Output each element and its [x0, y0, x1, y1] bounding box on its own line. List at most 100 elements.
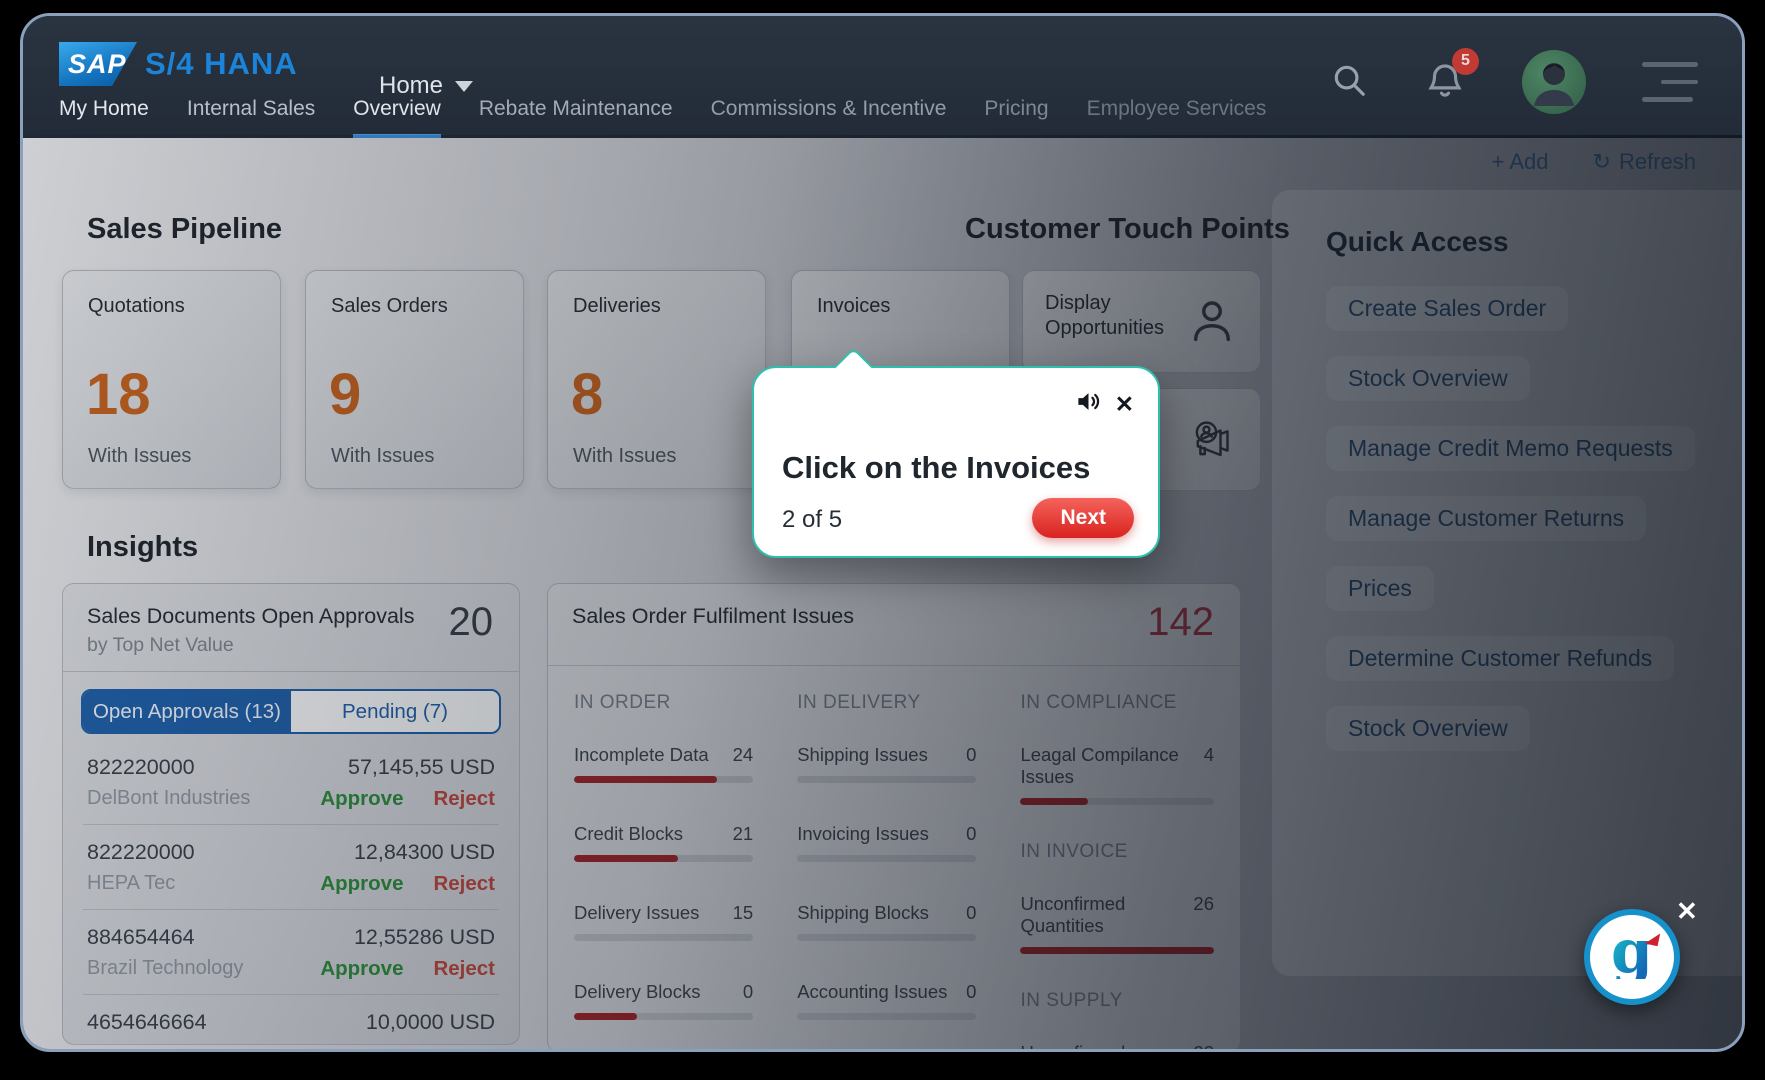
document-amount: 10,0000 USD — [320, 1010, 495, 1035]
metric-label: Leagal Compilance Issues — [1020, 744, 1203, 788]
hamburger-menu-icon[interactable] — [1642, 62, 1698, 102]
customer-touch-points-title: Customer Touch Points — [965, 213, 1290, 246]
metric-value: 0 — [966, 823, 976, 845]
document-id: 884654464 — [87, 925, 320, 950]
metric-bar — [574, 1013, 753, 1020]
pipeline-card-deliveries[interactable]: Deliveries 8 With Issues — [547, 270, 766, 489]
home-dropdown[interactable]: Home — [379, 72, 473, 100]
nav-item-employee-services[interactable]: Employee Services — [1087, 97, 1267, 138]
tour-tooltip: ✕ Click on the Invoices 2 of 5 Next — [752, 366, 1160, 558]
tooltip-title: Click on the Invoices — [782, 450, 1090, 486]
reject-button[interactable]: Reject — [433, 1042, 495, 1045]
card-title: Quotations — [88, 295, 185, 318]
approve-button[interactable]: Approve — [320, 1042, 403, 1045]
column-in-delivery: IN DELIVERY Shipping Issues 0 Invoicing I… — [797, 692, 976, 1052]
metric-bar — [1020, 947, 1214, 954]
table-row: 884654464 12,55286 USD Brazil Technology… — [83, 910, 499, 995]
refresh-button[interactable]: ↻ Refresh — [1593, 149, 1696, 175]
open-approvals-card: Sales Documents Open Approvals by Top Ne… — [62, 583, 520, 1045]
metric-bar — [797, 1013, 976, 1020]
close-icon[interactable]: ✕ — [1115, 393, 1134, 416]
guide-logo-accent — [1645, 931, 1660, 946]
bell-icon[interactable]: 5 — [1424, 59, 1466, 106]
page-actions: + Add ↻ Refresh — [1492, 149, 1696, 175]
product-name: S/4 HANA — [145, 46, 298, 82]
quick-access-prices[interactable]: Prices — [1326, 566, 1434, 611]
guide-widget-badge[interactable]: g — [1584, 909, 1680, 1005]
next-button[interactable]: Next — [1032, 498, 1134, 538]
table-row: 822220000 12,84300 USD HEPA Tec Approve … — [83, 825, 499, 910]
sales-pipeline-title: Sales Pipeline — [87, 213, 282, 246]
metric-value: 0 — [966, 981, 976, 1003]
metric-label: Invoicing Issues — [797, 823, 929, 845]
card-value: 18 — [86, 361, 151, 428]
search-icon[interactable] — [1330, 61, 1368, 104]
nav-item-overview[interactable]: Overview — [353, 97, 441, 138]
metric-label: Unconfirmed Quantities — [1020, 1042, 1193, 1052]
metric: Delivery Issues15 — [574, 902, 753, 941]
metric: Shipping Issues 0 — [797, 744, 976, 783]
pipeline-card-quotations[interactable]: Quotations 18 With Issues — [62, 270, 281, 489]
approve-button[interactable]: Approve — [320, 787, 403, 811]
quick-access-manage-customer-returns[interactable]: Manage Customer Returns — [1326, 496, 1646, 541]
audio-icon[interactable] — [1075, 388, 1102, 420]
fulfilment-header: Sales Order Fulfilment Issues 142 — [548, 584, 1240, 666]
add-button[interactable]: + Add — [1492, 149, 1549, 175]
primary-nav: My Home Internal Sales Overview Rebate M… — [59, 97, 1266, 138]
metric: Accounting Issues0 — [797, 981, 976, 1020]
notification-badge: 5 — [1452, 48, 1479, 75]
metric-bar — [797, 776, 976, 783]
column-header: IN INVOICE — [1020, 841, 1214, 863]
reject-button[interactable]: Reject — [433, 957, 495, 981]
refresh-icon: ↻ — [1593, 149, 1611, 175]
metric-label: Credit Blocks — [574, 823, 683, 845]
nav-item-pricing[interactable]: Pricing — [984, 97, 1048, 138]
reject-button[interactable]: Reject — [433, 787, 495, 811]
document-id: 822220000 — [87, 840, 320, 865]
column-in-order: IN ORDER Incomplete Data24 Credit Blocks… — [574, 692, 753, 1052]
reject-button[interactable]: Reject — [433, 872, 495, 896]
metric-label: Shipping Issues — [797, 744, 928, 766]
card-caption: With Issues — [88, 445, 191, 468]
guide-close-icon[interactable]: ✕ — [1676, 896, 1698, 927]
table-row: 4654646664 10,0000 USD ACDA Tec Approve … — [83, 995, 499, 1045]
touch-card-display-opportunities[interactable]: Display Opportunities — [1022, 270, 1261, 373]
metric: Delivery Blocks0 — [574, 981, 753, 1020]
quick-access-stock-overview-2[interactable]: Stock Overview — [1326, 706, 1530, 751]
quick-access-determine-customer-refunds[interactable]: Determine Customer Refunds — [1326, 636, 1674, 681]
metric-value: 0 — [966, 902, 976, 924]
approve-button[interactable]: Approve — [320, 872, 403, 896]
nav-item-commissions-incentive[interactable]: Commissions & Incentive — [711, 97, 947, 138]
metric-value: 0 — [966, 744, 976, 766]
metric-label: Delivery Issues — [574, 902, 699, 924]
sap-logo-text: SAP — [68, 49, 127, 80]
quick-access-manage-credit-memo-requests[interactable]: Manage Credit Memo Requests — [1326, 426, 1695, 471]
tab-pending[interactable]: Pending (7) — [291, 691, 499, 732]
open-approvals-header: Sales Documents Open Approvals by Top Ne… — [63, 584, 519, 672]
main-content: + Add ↻ Refresh Quick Access Create Sale… — [23, 135, 1742, 1049]
card-caption: With Issues — [573, 445, 676, 468]
metric-bar — [797, 934, 976, 941]
column-header: IN SUPPLY — [1020, 990, 1214, 1012]
approve-button[interactable]: Approve — [320, 957, 403, 981]
pipeline-card-sales-orders[interactable]: Sales Orders 9 With Issues — [305, 270, 524, 489]
metric-value: 26 — [1193, 893, 1214, 937]
metric-bar — [574, 934, 753, 941]
avatar[interactable] — [1522, 50, 1586, 114]
document-amount: 12,84300 USD — [320, 840, 495, 865]
approvals-tabs: Open Approvals (13) Pending (7) — [81, 689, 501, 734]
refresh-button-label: Refresh — [1619, 149, 1696, 175]
nav-item-internal-sales[interactable]: Internal Sales — [187, 97, 315, 138]
column-header: IN ORDER — [574, 692, 753, 714]
nav-item-rebate-maintenance[interactable]: Rebate Maintenance — [479, 97, 673, 138]
nav-item-my-home[interactable]: My Home — [59, 97, 149, 138]
metric-bar — [797, 855, 976, 862]
quick-access-panel: Quick Access Create Sales Order Stock Ov… — [1272, 190, 1742, 976]
tab-open-approvals[interactable]: Open Approvals (13) — [83, 691, 291, 732]
quick-access-create-sales-order[interactable]: Create Sales Order — [1326, 286, 1568, 331]
metric-label: Unconfirmed Quantities — [1020, 893, 1193, 937]
metric: Invoicing Issues 0 — [797, 823, 976, 862]
column-header: IN DELIVERY — [797, 692, 976, 714]
quick-access-stock-overview[interactable]: Stock Overview — [1326, 356, 1530, 401]
fulfilment-columns: IN ORDER Incomplete Data24 Credit Blocks… — [548, 666, 1240, 1052]
